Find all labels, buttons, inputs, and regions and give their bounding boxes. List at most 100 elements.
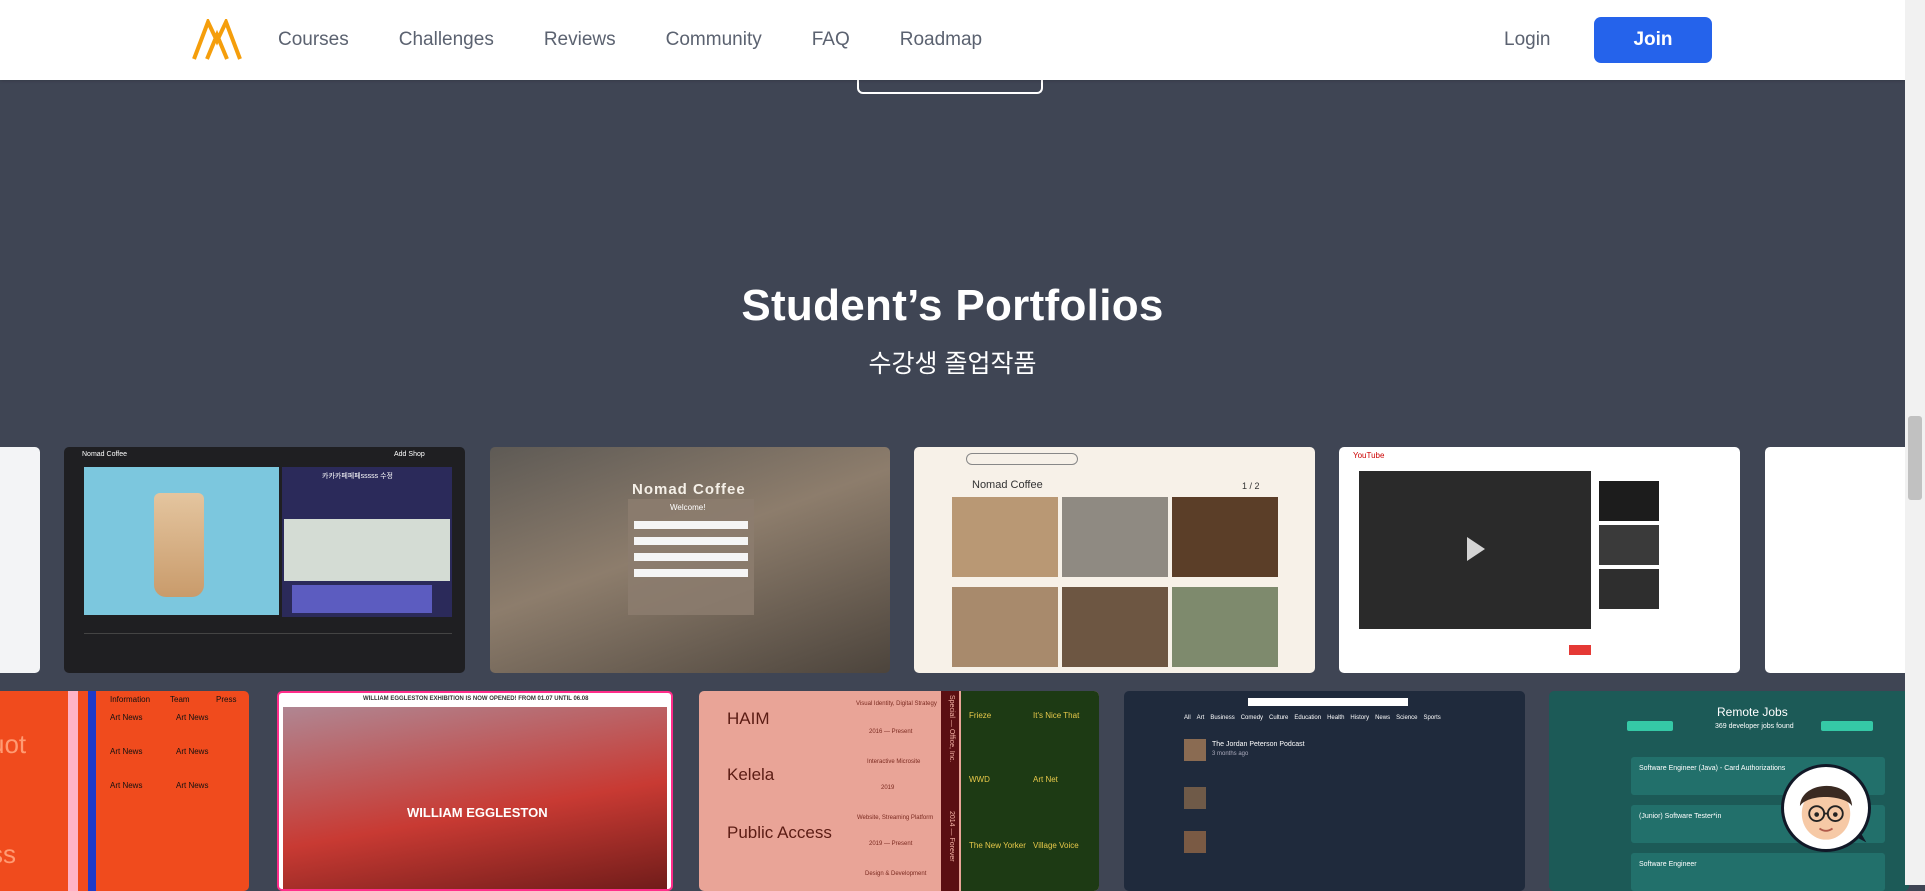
- store-heading: 카카카페페페sssss 수정: [322, 473, 393, 480]
- nav-community-link[interactable]: Community: [666, 29, 762, 51]
- podcast-tab: All: [1184, 715, 1191, 721]
- podcast-tab: Education: [1294, 715, 1322, 721]
- nav-challenges-link[interactable]: Challenges: [399, 29, 494, 51]
- news-headline-4: Art News: [176, 747, 209, 756]
- portfolio-card-eggleston[interactable]: WILLIAM EGGLESTON EXHIBITION IS NOW OPEN…: [277, 691, 673, 891]
- job-title: Software Engineer (Java) - Card Authoriz…: [1639, 765, 1786, 772]
- news-column: Frieze It's Nice That WWD Art Net The Ne…: [961, 691, 1099, 891]
- jobs-title: Remote Jobs: [1717, 705, 1788, 719]
- podcast-meta: 3 months ago: [1212, 751, 1249, 757]
- portfolio-card-video-app[interactable]: YouTube: [1339, 447, 1740, 673]
- role-1: Visual Identity, Digital Strategy: [856, 701, 937, 707]
- nav-roadmap-link[interactable]: Roadmap: [900, 29, 982, 51]
- nomad-logo-icon[interactable]: [191, 19, 243, 61]
- welcome-title: Welcome!: [670, 503, 706, 512]
- nav-reviews-link[interactable]: Reviews: [544, 29, 616, 51]
- store-info-panel: 카카카페페페sssss 수정: [282, 467, 452, 617]
- grid-pager: 1 / 2: [1242, 481, 1260, 491]
- vertical-label-2: 2014 — Forever: [943, 811, 957, 891]
- page-scrollbar-thumb[interactable]: [1908, 416, 1922, 500]
- vertical-stripe: [68, 691, 78, 891]
- year-1: 2016 — Present: [869, 729, 913, 735]
- map-thumbnail: [284, 519, 450, 581]
- login-link[interactable]: Login: [1504, 29, 1551, 51]
- car-photo: WILLIAM EGGLESTON: [283, 707, 667, 889]
- year-3: 2019 — Present: [869, 841, 913, 847]
- role-3: Website, Streaming Platform: [857, 815, 934, 821]
- news-headline-1: Art News: [110, 713, 143, 722]
- product-image: [84, 467, 279, 615]
- vertical-stripe-blue: [88, 691, 96, 891]
- portfolio-card-partial-left[interactable]: [0, 447, 40, 673]
- job-title: (Junior) Software Tester*in: [1639, 813, 1722, 820]
- artist-public-access: Public Access: [727, 823, 832, 842]
- podcast-title: The Jordan Peterson Podcast: [1212, 741, 1305, 748]
- card-button-label: Add Shop: [394, 451, 425, 458]
- news-headline-6: Art News: [176, 781, 209, 790]
- job-title: Software Engineer: [1639, 861, 1697, 868]
- podcast-tab: Art: [1196, 715, 1205, 721]
- news-tab-information: Information: [110, 695, 151, 704]
- portfolio-card-music-list[interactable]: HAIM Kelela Public Access Visual Identit…: [699, 691, 1099, 891]
- video-brand-label: YouTube: [1353, 451, 1385, 460]
- artist-kelela: Kelela: [727, 765, 775, 784]
- news-frieze: Frieze: [969, 711, 992, 720]
- vertical-label-2-text: 2014 — Forever: [948, 811, 955, 862]
- vertical-label: Special — Office, Inc.: [943, 695, 957, 795]
- news-new-yorker: The New Yorker: [969, 841, 1026, 850]
- podcast-tab: Health: [1327, 715, 1345, 721]
- news-its-nice-that: It's Nice That: [1033, 711, 1080, 720]
- cafe-logo-text: Nomad Coffee: [632, 481, 746, 498]
- podcast-tab: Science: [1396, 715, 1418, 721]
- news-headline-3: Art News: [110, 747, 143, 756]
- news-tab-team: Team: [170, 695, 190, 704]
- news-tab-press: Press: [216, 695, 237, 704]
- podcast-search-bar: [1248, 698, 1408, 706]
- video-player: [1359, 471, 1591, 629]
- top-navbar: Courses Challenges Reviews Community FAQ…: [0, 0, 1905, 80]
- podcast-tab: History: [1350, 715, 1370, 721]
- section-subtitle: 수강생 졸업작품: [868, 350, 1037, 378]
- welcome-form: Welcome!: [628, 499, 754, 615]
- grid-brand-label: Nomad Coffee: [972, 479, 1043, 491]
- podcast-tab: Culture: [1269, 715, 1289, 721]
- partial-heading-top: uot: [0, 729, 27, 759]
- nav-courses-link[interactable]: Courses: [278, 29, 349, 51]
- comment-rows: [84, 633, 452, 668]
- portfolio-card-coffee-grid[interactable]: Nomad Coffee 1 / 2: [914, 447, 1315, 673]
- podcast-tab: Business: [1210, 715, 1235, 721]
- podcast-tabs: All Art Business Comedy Culture Educatio…: [1184, 715, 1484, 725]
- podcast-tab: Comedy: [1240, 715, 1264, 721]
- news-headline-5: Art News: [110, 781, 143, 790]
- avatar-face-icon: [1799, 785, 1853, 840]
- news-art-net: Art Net: [1033, 775, 1058, 784]
- role-2: Interactive Microsite: [867, 759, 921, 765]
- portfolio-card-podcast[interactable]: All Art Business Comedy Culture Educatio…: [1124, 691, 1525, 891]
- portfolio-card-coffee-menu[interactable]: Nomad Coffee Add Shop 카카카페페페sssss 수정: [64, 447, 465, 673]
- subscribe-button: [1569, 645, 1591, 655]
- nav-links: Courses Challenges Reviews Community FAQ…: [278, 0, 1032, 80]
- news-wwd: WWD: [969, 775, 990, 784]
- section-title: Student’s Portfolios: [741, 281, 1164, 330]
- artist-haim: HAIM: [727, 709, 770, 728]
- portfolio-card-news-grid[interactable]: uot ss Information Team Press Art News A…: [0, 691, 249, 891]
- podcast-tab: News: [1375, 715, 1391, 721]
- news-village-voice: Village Voice: [1033, 841, 1079, 850]
- search-bar: [966, 453, 1078, 465]
- role-4: Design & Development: [865, 871, 927, 877]
- vertical-label-text: Special — Office, Inc.: [948, 695, 955, 763]
- podcast-thumb: [1184, 739, 1206, 761]
- join-button[interactable]: Join: [1594, 17, 1712, 63]
- coffee-cup-shape: [154, 493, 204, 597]
- news-headline-2: Art News: [176, 713, 209, 722]
- nav-faq-link[interactable]: FAQ: [812, 29, 850, 51]
- portfolio-card-nomad-cafe[interactable]: Nomad Coffee Welcome!: [490, 447, 890, 673]
- year-2: 2019: [881, 785, 895, 791]
- chat-avatar-icon[interactable]: [1781, 764, 1871, 852]
- exhibition-banner: WILLIAM EGGLESTON EXHIBITION IS NOW OPEN…: [363, 696, 589, 702]
- podcast-tab: Sports: [1423, 715, 1441, 721]
- portfolio-card-partial-right[interactable]: [1765, 447, 1925, 673]
- jobs-count: 369 developer jobs found: [1715, 723, 1794, 730]
- partial-heading-bottom: ss: [0, 839, 16, 869]
- artist-name: WILLIAM EGGLESTON: [407, 805, 548, 820]
